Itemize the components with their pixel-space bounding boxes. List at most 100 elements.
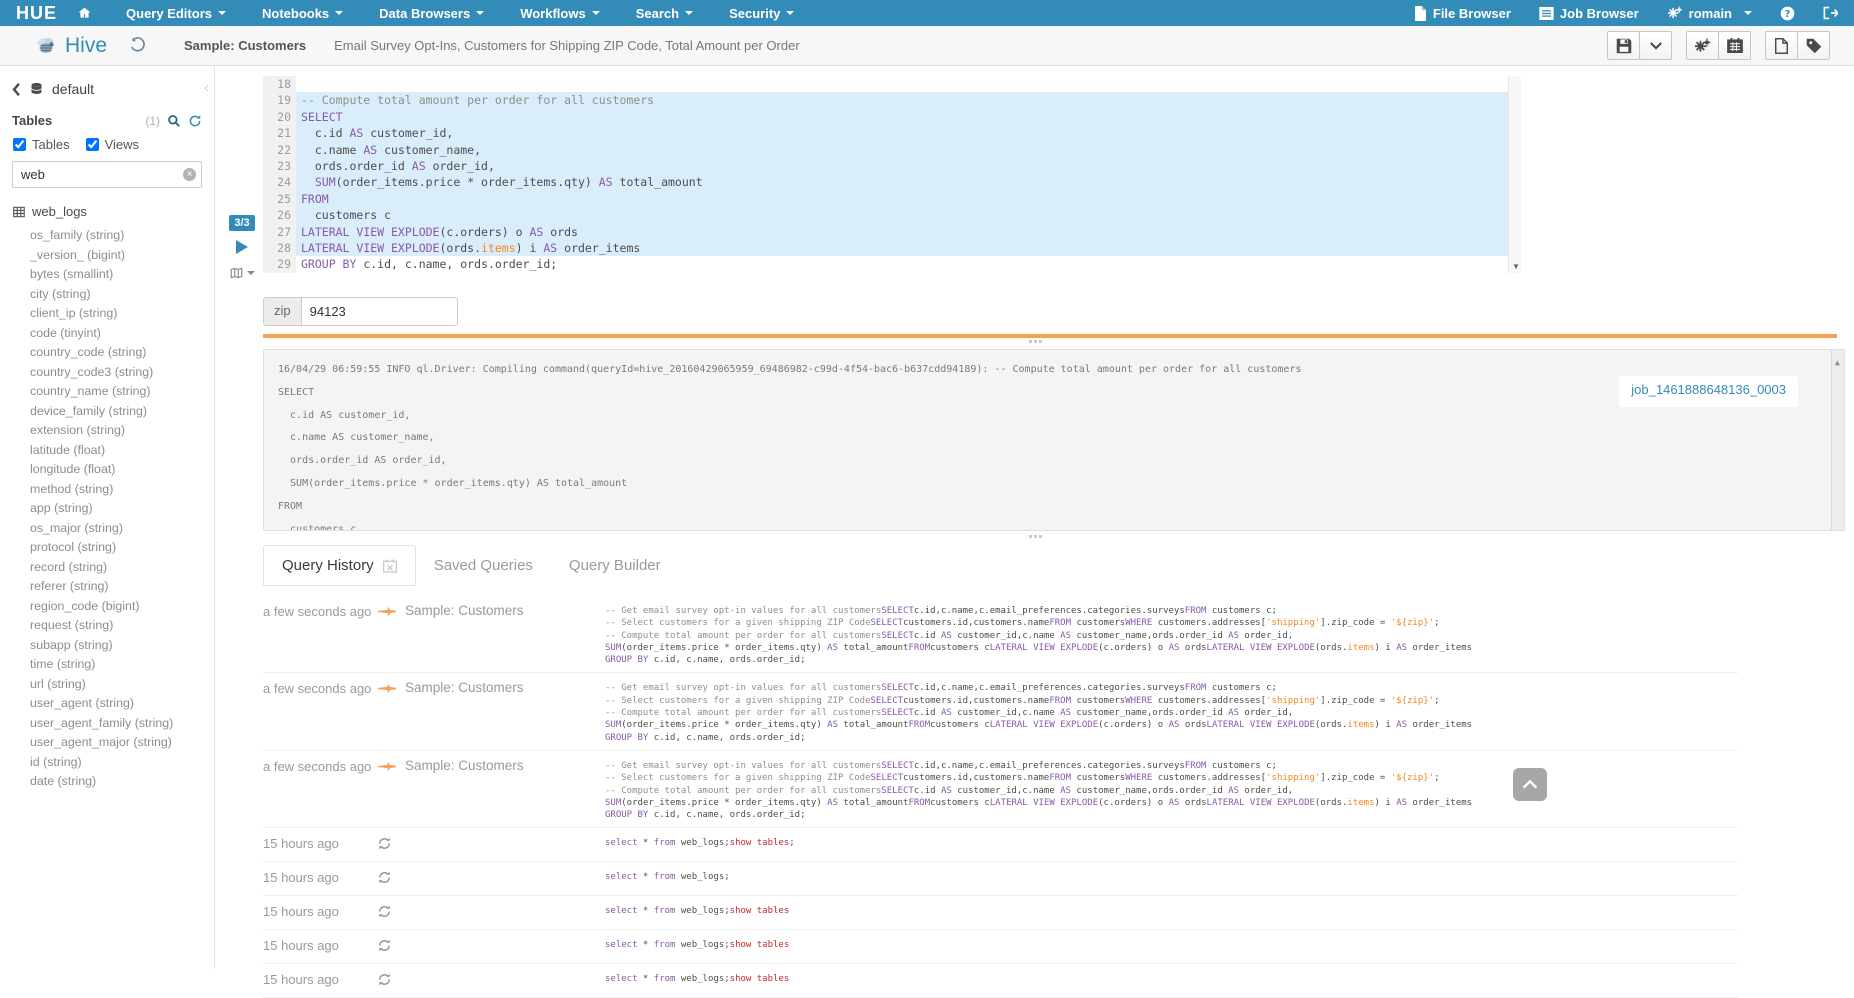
tab-query-builder[interactable]: Query Builder: [551, 545, 679, 586]
nav-menu-label: Search: [636, 6, 679, 21]
nav-job-browser[interactable]: Job Browser: [1539, 6, 1639, 21]
column-item[interactable]: record (string): [30, 558, 214, 578]
column-item[interactable]: url (string): [30, 675, 214, 695]
column-item[interactable]: client_ip (string): [30, 304, 214, 324]
nav-file-browser[interactable]: File Browser: [1414, 6, 1511, 21]
column-item[interactable]: longitude (float): [30, 460, 214, 480]
column-item[interactable]: user_agent_major (string): [30, 733, 214, 753]
column-item[interactable]: date (string): [30, 772, 214, 792]
chevron-down-icon: [476, 11, 484, 15]
new-document-button[interactable]: [1765, 31, 1798, 60]
hive-logo-icon: [34, 34, 58, 58]
history-row[interactable]: 15 hours agoselect * from web_logs;show …: [263, 930, 1738, 964]
column-item[interactable]: country_code (string): [30, 343, 214, 363]
column-item[interactable]: code (tinyint): [30, 324, 214, 344]
column-item[interactable]: subapp (string): [30, 636, 214, 656]
column-item[interactable]: country_code3 (string): [30, 363, 214, 383]
column-item[interactable]: os_family (string): [30, 226, 214, 246]
column-item[interactable]: latitude (float): [30, 441, 214, 461]
tab-saved-queries[interactable]: Saved Queries: [416, 545, 551, 586]
execute-button[interactable]: [235, 239, 249, 255]
scroll-to-top-button[interactable]: [1513, 768, 1547, 801]
column-item[interactable]: user_agent_family (string): [30, 714, 214, 734]
home-icon[interactable]: [77, 6, 92, 20]
log-output: 16/04/29 06:59:55 INFO ql.Driver: Compil…: [278, 359, 1830, 531]
schedule-button[interactable]: [1718, 31, 1751, 60]
column-item[interactable]: referer (string): [30, 577, 214, 597]
table-filter-input[interactable]: [12, 161, 202, 188]
filter-tables-checkbox[interactable]: [13, 138, 26, 151]
hue-logo[interactable]: HUE: [16, 3, 57, 24]
database-name[interactable]: default: [52, 81, 94, 97]
tags-icon: [1806, 38, 1822, 54]
history-row[interactable]: 15 hours agoselect * from web_logs;show …: [263, 964, 1738, 998]
column-item[interactable]: method (string): [30, 480, 214, 500]
settings-button[interactable]: [1686, 31, 1719, 60]
job-link[interactable]: job_1461888648136_0003: [1631, 382, 1786, 397]
column-item[interactable]: user_agent (string): [30, 694, 214, 714]
column-item[interactable]: protocol (string): [30, 538, 214, 558]
history-query-name: Sample: Customers: [405, 603, 605, 618]
tags-button[interactable]: [1797, 31, 1830, 60]
editor-line: SUM(order_items.price * order_items.qty)…: [296, 174, 1508, 190]
column-item[interactable]: _version_ (bigint): [30, 246, 214, 266]
documents-history-icon[interactable]: [129, 37, 146, 54]
column-item[interactable]: region_code (bigint): [30, 597, 214, 617]
save-button[interactable]: [1607, 31, 1640, 60]
nav-romain[interactable]: romain: [1667, 6, 1752, 21]
nav-menu-notebooks[interactable]: Notebooks: [262, 6, 343, 21]
main-menu: Query Editors Notebooks Data Browsers Workf…: [126, 6, 794, 21]
clear-search-icon[interactable]: ×: [183, 168, 196, 181]
code-map-button[interactable]: [229, 266, 255, 280]
history-row[interactable]: 15 hours agoselect * from web_logs;show …: [263, 896, 1738, 930]
history-row[interactable]: 15 hours ago select * from web_logs;show …: [263, 828, 1738, 862]
tab-query-history[interactable]: Query History: [263, 545, 416, 586]
database-icon: [29, 82, 44, 97]
nav-menu-workflows[interactable]: Workflows: [520, 6, 600, 21]
column-item[interactable]: id (string): [30, 753, 214, 773]
history-query-sql: select * from web_logs;: [605, 869, 1738, 883]
nav-menu-security[interactable]: Security: [729, 6, 794, 21]
column-item[interactable]: country_name (string): [30, 382, 214, 402]
column-item[interactable]: request (string): [30, 616, 214, 636]
history-query-sql: select * from web_logs;show tables;: [605, 835, 1738, 849]
help-button[interactable]: ?: [1780, 6, 1795, 21]
column-item[interactable]: os_major (string): [30, 519, 214, 539]
schedule-icon: [1727, 38, 1743, 53]
history-timestamp: a few seconds ago: [263, 603, 378, 619]
nav-menu-query-editors[interactable]: Query Editors: [126, 6, 226, 21]
history-resize-handle[interactable]: [216, 535, 1854, 538]
column-item[interactable]: city (string): [30, 285, 214, 305]
filter-views-checkbox[interactable]: [86, 138, 99, 151]
log-resize-handle[interactable]: [216, 340, 1854, 343]
column-item[interactable]: bytes (smallint): [30, 265, 214, 285]
nav-menu-search[interactable]: Search: [636, 6, 693, 21]
new-document-icon: [1775, 38, 1788, 54]
nav-item-label: Job Browser: [1560, 6, 1639, 21]
column-item[interactable]: time (string): [30, 655, 214, 675]
tables-count: (1): [145, 114, 160, 128]
nav-menu-data-browsers[interactable]: Data Browsers: [379, 6, 484, 21]
column-item[interactable]: extension (string): [30, 421, 214, 441]
history-timestamp: 15 hours ago: [263, 835, 378, 851]
history-row[interactable]: 15 hours agoselect * from web_logs;: [263, 862, 1738, 896]
column-item[interactable]: device_family (string): [30, 402, 214, 422]
editor-scrollbar[interactable]: ▼: [1508, 76, 1521, 273]
history-query-sql: -- Get email survey opt-in values for al…: [605, 603, 1738, 666]
collapse-sidebar-icon[interactable]: ‹: [204, 79, 209, 96]
search-icon[interactable]: [167, 114, 181, 128]
column-item[interactable]: app (string): [30, 499, 214, 519]
table-item-web-logs[interactable]: web_logs: [0, 188, 214, 219]
back-chevron-icon[interactable]: [12, 83, 21, 96]
history-timestamp: 15 hours ago: [263, 903, 378, 919]
app-name[interactable]: Hive: [65, 34, 107, 58]
variable-value-input[interactable]: [301, 297, 458, 326]
history-row[interactable]: a few seconds ago Sample: Customers-- Get…: [263, 596, 1738, 673]
history-status: [378, 835, 405, 855]
history-row[interactable]: a few seconds agoSample: Customers-- Get…: [263, 673, 1738, 750]
chevron-down-button[interactable]: [1639, 31, 1672, 60]
sign-out-button[interactable]: [1823, 6, 1838, 20]
refresh-icon[interactable]: [188, 114, 202, 128]
sql-code-editor[interactable]: 181920212223242526272829 -- Compute tota…: [263, 76, 1508, 273]
log-scrollbar[interactable]: ▲: [1831, 350, 1844, 530]
